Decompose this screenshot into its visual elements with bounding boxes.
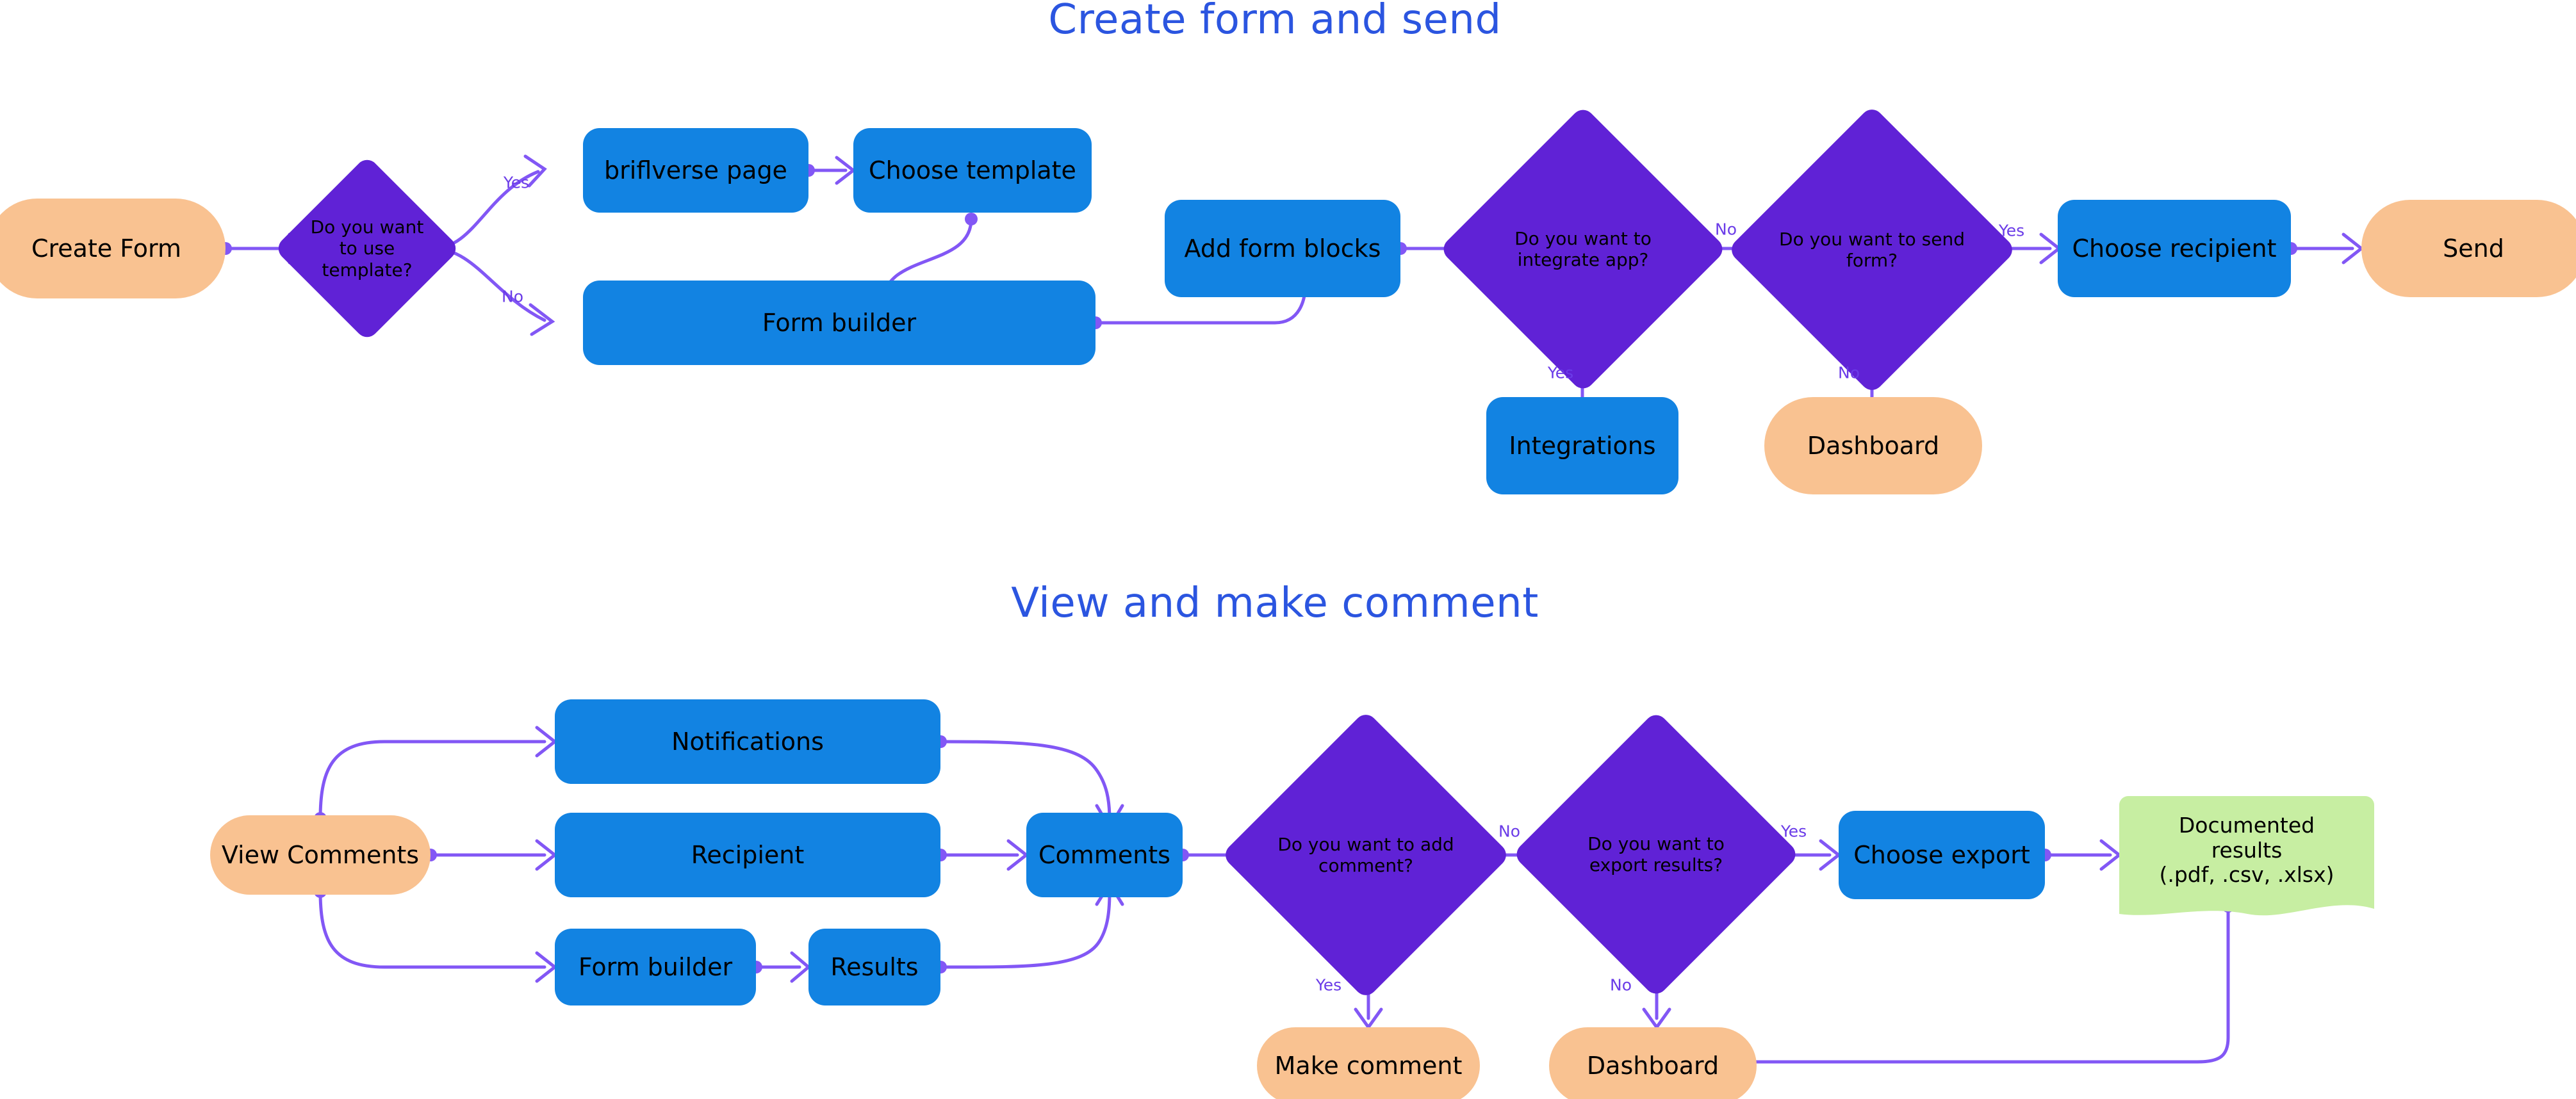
edge-label-send-no: No (1838, 363, 1860, 382)
edge-notifications-to-comments (939, 740, 1112, 822)
node-do-you-want-to-integrate-app[interactable]: Do you want to integrate app? (1439, 105, 1727, 393)
node-dashboard-2[interactable]: Dashboard (1549, 1027, 1757, 1099)
edge-usetemplate-no-to-formbuilder (431, 247, 546, 322)
node-results[interactable]: Results (808, 929, 940, 1005)
documented-results-line-2: results (2211, 837, 2283, 863)
node-label: Do you want to integrate app? (1514, 227, 1652, 270)
node-label: Do you want to export results? (1587, 833, 1725, 875)
node-form-builder-1[interactable]: Form builder (583, 281, 1095, 365)
node-label: Do you want to add comment? (1277, 833, 1454, 876)
edge-documentedresults-to-dashboard (1732, 904, 2230, 1064)
document-wave-edge (2119, 900, 2374, 916)
edge-label-export-no: No (1610, 975, 1632, 995)
node-label: Do you want to send form? (1779, 228, 1965, 271)
node-view-comments[interactable]: View Comments (210, 815, 431, 895)
edge-dot (965, 213, 978, 225)
node-add-form-blocks[interactable]: Add form blocks (1165, 200, 1400, 297)
edge-viewcomments-to-notifications (318, 740, 546, 820)
node-create-form[interactable]: Create Form (0, 199, 226, 298)
node-send[interactable]: Send (2361, 200, 2576, 297)
node-choose-recipient[interactable]: Choose recipient (2058, 200, 2291, 297)
documented-results-line-1: Documented (2178, 812, 2315, 838)
node-dashboard-1[interactable]: Dashboard (1764, 397, 1982, 494)
node-choose-export[interactable]: Choose export (1839, 811, 2045, 899)
edge-label-template-yes: Yes (503, 173, 530, 192)
node-label: Do you want to use template? (310, 216, 424, 281)
edge-results-to-comments (939, 890, 1112, 969)
edge-label-integrate-yes: Yes (1547, 363, 1574, 382)
node-do-you-want-to-send-form[interactable]: Do you want to send form? (1727, 104, 2017, 395)
node-integrations[interactable]: Integrations (1486, 397, 1678, 494)
edge-label-add-comment-no: No (1498, 822, 1520, 841)
node-do-you-want-to-use-template[interactable]: Do you want to use template? (274, 155, 461, 342)
node-choose-template[interactable]: Choose template (853, 128, 1092, 213)
node-briflverse-page[interactable]: briflverse page (583, 128, 808, 213)
node-comments[interactable]: Comments (1026, 813, 1183, 897)
edge-viewcomments-to-formbuilder (318, 890, 546, 969)
edge-label-send-yes: Yes (1998, 221, 2025, 240)
node-documented-results[interactable]: Documented results (.pdf, .csv, .xlsx) (2119, 796, 2374, 916)
node-notifications[interactable]: Notifications (555, 699, 940, 784)
edge-label-export-yes: Yes (1780, 822, 1807, 841)
edge-label-template-no: No (502, 287, 523, 306)
node-do-you-want-to-export-results[interactable]: Do you want to export results? (1512, 710, 1800, 998)
edge-label-add-comment-yes: Yes (1315, 975, 1342, 995)
node-do-you-want-to-add-comment[interactable]: Do you want to add comment? (1220, 710, 1511, 1000)
node-form-builder-2[interactable]: Form builder (555, 929, 756, 1005)
node-recipient[interactable]: Recipient (555, 813, 940, 897)
documented-results-line-3: (.pdf, .csv, .xlsx) (2159, 862, 2334, 888)
node-make-comment[interactable]: Make comment (1257, 1027, 1480, 1099)
flowchart-canvas: Create form and send View and make comme… (0, 0, 2576, 1099)
edge-label-integrate-no: No (1715, 220, 1737, 239)
